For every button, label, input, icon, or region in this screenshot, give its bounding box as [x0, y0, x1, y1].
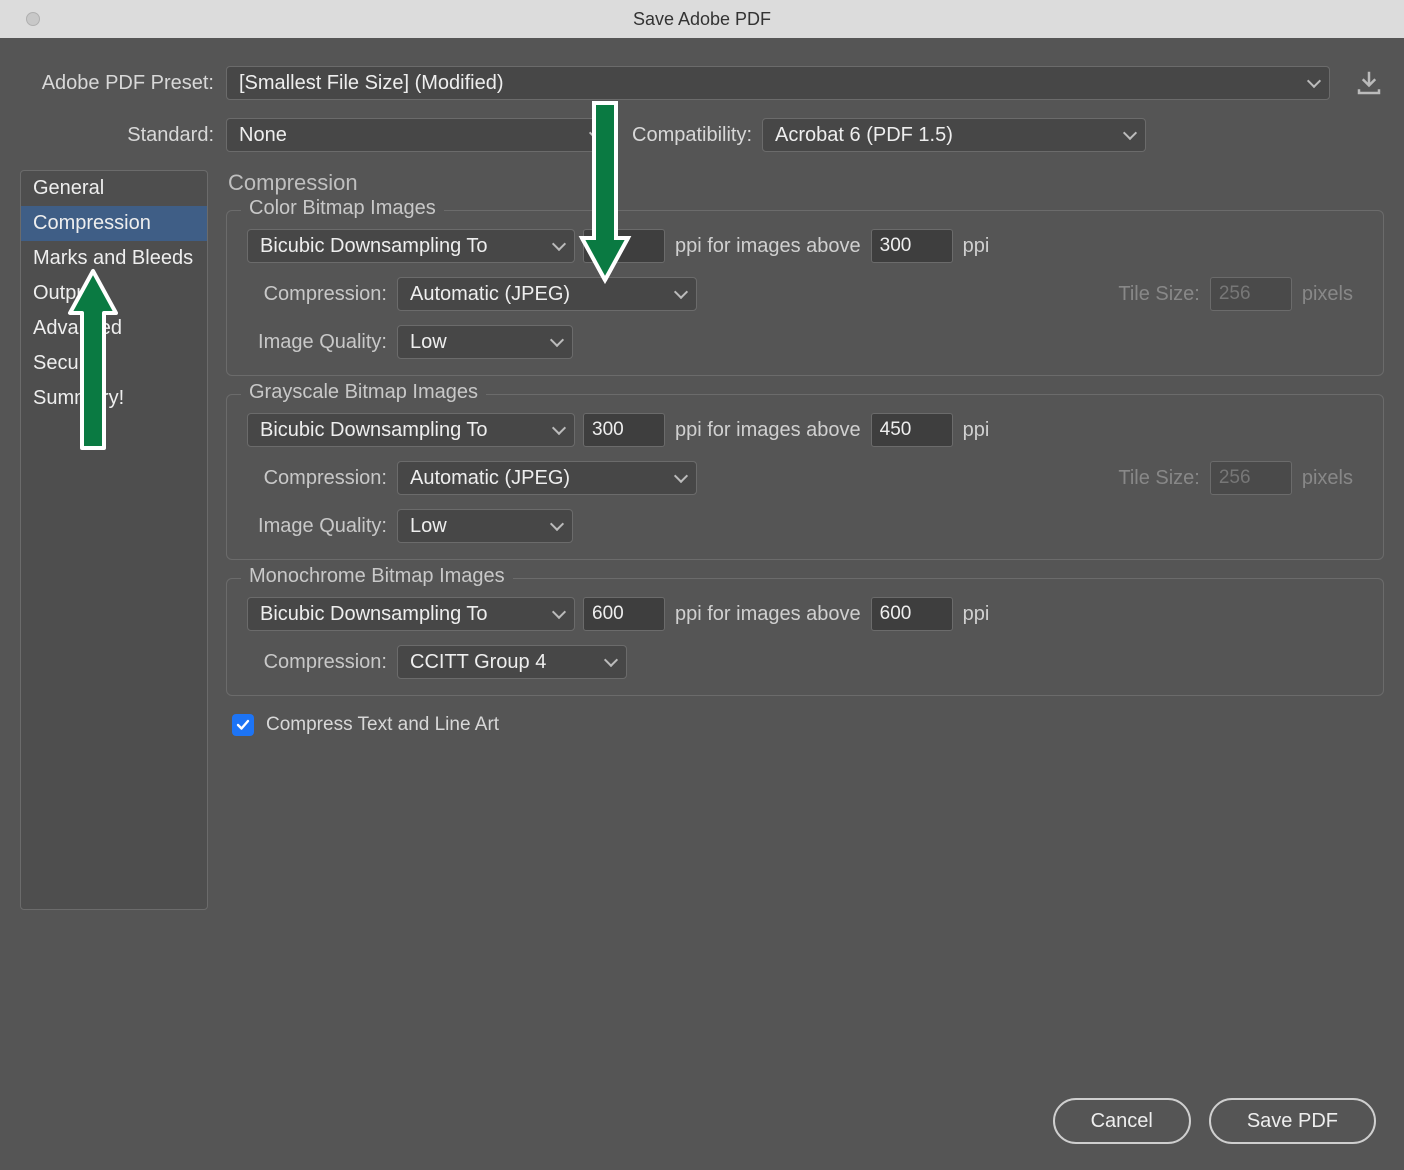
color-tile-units: pixels	[1302, 283, 1353, 306]
titlebar: Save Adobe PDF	[0, 0, 1404, 38]
color-iq-select[interactable]: Low	[397, 325, 573, 359]
window-zoom-button[interactable]	[26, 12, 40, 26]
color-above-label: ppi for images above	[675, 235, 861, 258]
mono-above-label: ppi for images above	[675, 603, 861, 626]
save-pdf-button[interactable]: Save PDF	[1209, 1098, 1376, 1144]
color-iq-value: Low	[410, 331, 447, 353]
gray-ppi-suffix: ppi	[963, 419, 990, 442]
dialog-body: Adobe PDF Preset: [Smallest File Size] (…	[0, 38, 1404, 1170]
mono-ppi-suffix: ppi	[963, 603, 990, 626]
color-bitmap-group: Color Bitmap Images Bicubic Downsampling…	[226, 210, 1384, 376]
mono-compression-value: CCITT Group 4	[410, 651, 546, 673]
color-dpi-input[interactable]	[583, 229, 665, 263]
gray-above-label: ppi for images above	[675, 419, 861, 442]
standard-value: None	[239, 124, 287, 146]
gray-legend: Grayscale Bitmap Images	[241, 381, 486, 404]
color-compression-label: Compression:	[247, 283, 397, 306]
gray-compression-value: Automatic (JPEG)	[410, 467, 570, 489]
gray-tile-label: Tile Size:	[1118, 467, 1200, 490]
compat-label: Compatibility:	[632, 124, 752, 147]
color-iq-label: Image Quality:	[247, 331, 397, 354]
gray-iq-select[interactable]: Low	[397, 509, 573, 543]
compression-panel: Compression Color Bitmap Images Bicubic …	[226, 170, 1384, 910]
mono-dpi-input[interactable]	[583, 597, 665, 631]
compatibility-select[interactable]: Acrobat 6 (PDF 1.5)	[762, 118, 1146, 152]
standard-select[interactable]: None	[226, 118, 612, 152]
color-compression-value: Automatic (JPEG)	[410, 283, 570, 305]
gray-dpi-input[interactable]	[583, 413, 665, 447]
mono-downsample-value: Bicubic Downsampling To	[260, 603, 488, 625]
gray-downsample-value: Bicubic Downsampling To	[260, 419, 488, 441]
sidebar-item-advanced[interactable]: Advanced	[21, 311, 207, 346]
color-legend: Color Bitmap Images	[241, 197, 444, 220]
mono-above-dpi-input[interactable]	[871, 597, 953, 631]
gray-iq-value: Low	[410, 515, 447, 537]
preset-select[interactable]: [Smallest File Size] (Modified)	[226, 66, 1330, 100]
color-downsample-value: Bicubic Downsampling To	[260, 235, 488, 257]
standard-label: Standard:	[20, 124, 226, 147]
sidebar: GeneralCompressionMarks and BleedsOutput…	[20, 170, 208, 910]
sidebar-item-compression[interactable]: Compression	[21, 206, 207, 241]
cancel-button[interactable]: Cancel	[1053, 1098, 1191, 1144]
sidebar-item-security[interactable]: Security	[21, 346, 207, 381]
sidebar-item-summary-[interactable]: Summary!	[21, 381, 207, 416]
gray-downsample-select[interactable]: Bicubic Downsampling To	[247, 413, 575, 447]
compress-text-checkbox[interactable]	[232, 714, 254, 736]
gray-compression-select[interactable]: Automatic (JPEG)	[397, 461, 697, 495]
mono-compression-select[interactable]: CCITT Group 4	[397, 645, 627, 679]
monochrome-bitmap-group: Monochrome Bitmap Images Bicubic Downsam…	[226, 578, 1384, 696]
grayscale-bitmap-group: Grayscale Bitmap Images Bicubic Downsamp…	[226, 394, 1384, 560]
color-above-dpi-input[interactable]	[871, 229, 953, 263]
gray-above-dpi-input[interactable]	[871, 413, 953, 447]
color-compression-select[interactable]: Automatic (JPEG)	[397, 277, 697, 311]
mono-compression-label: Compression:	[247, 651, 397, 674]
preset-value: [Smallest File Size] (Modified)	[239, 72, 504, 94]
window-title: Save Adobe PDF	[633, 9, 771, 29]
color-tile-input	[1210, 277, 1292, 311]
sidebar-item-general[interactable]: General	[21, 171, 207, 206]
compress-text-label: Compress Text and Line Art	[266, 714, 499, 736]
sidebar-item-output[interactable]: Output	[21, 276, 207, 311]
gray-compression-label: Compression:	[247, 467, 397, 490]
mono-downsample-select[interactable]: Bicubic Downsampling To	[247, 597, 575, 631]
preset-label: Adobe PDF Preset:	[20, 72, 226, 95]
mono-legend: Monochrome Bitmap Images	[241, 565, 513, 588]
panel-title: Compression	[226, 170, 1384, 196]
gray-iq-label: Image Quality:	[247, 515, 397, 538]
gray-tile-input	[1210, 461, 1292, 495]
color-ppi-suffix: ppi	[963, 235, 990, 258]
gray-tile-units: pixels	[1302, 467, 1353, 490]
save-preset-icon[interactable]	[1354, 68, 1384, 98]
compat-value: Acrobat 6 (PDF 1.5)	[775, 124, 953, 146]
sidebar-item-marks-and-bleeds[interactable]: Marks and Bleeds	[21, 241, 207, 276]
color-tile-label: Tile Size:	[1118, 283, 1200, 306]
color-downsample-select[interactable]: Bicubic Downsampling To	[247, 229, 575, 263]
